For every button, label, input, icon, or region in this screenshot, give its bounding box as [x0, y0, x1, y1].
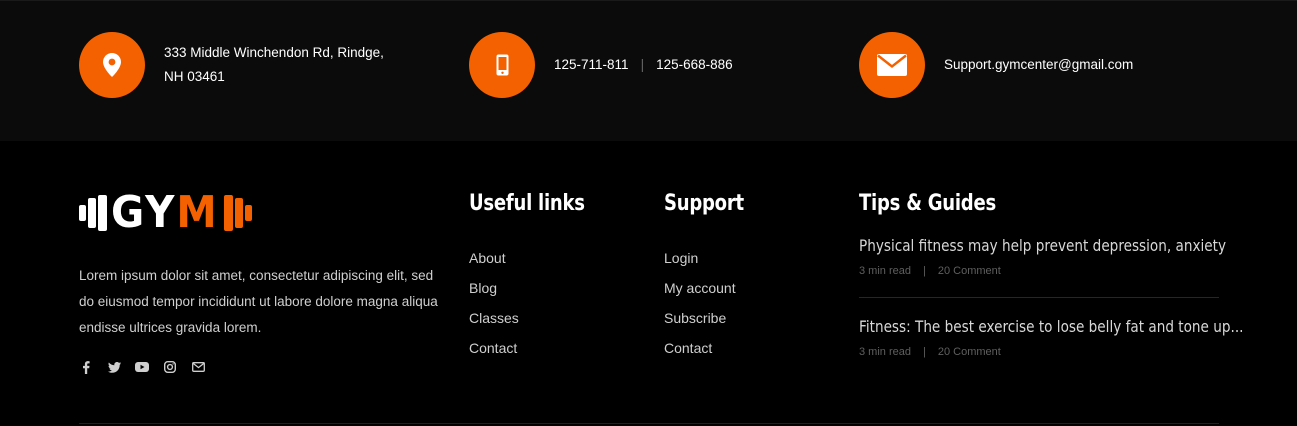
about-text: Lorem ipsum dolor sit amet, consectetur …	[79, 268, 438, 335]
contact-address: 333 Middle Winchendon Rd, Rindge, NH 034…	[79, 32, 384, 98]
footer-link-classes[interactable]: Classes	[469, 303, 519, 333]
support-link-contact[interactable]: Contact	[664, 333, 736, 363]
gym-logo[interactable]: GY M	[79, 190, 252, 236]
post-read-time: 3 min read	[859, 265, 911, 277]
post-read-time: 3 min read	[859, 346, 911, 358]
post-comments[interactable]: 20 Comment	[938, 346, 1001, 358]
logo-text: GY M	[111, 187, 219, 238]
post-title[interactable]: Fitness: The best exercise to lose belly…	[859, 317, 1243, 336]
footer-bottom-divider	[79, 423, 1219, 424]
youtube-icon[interactable]	[135, 360, 149, 374]
support-link-subscribe[interactable]: Subscribe	[664, 303, 736, 333]
twitter-icon[interactable]	[107, 360, 121, 374]
blog-post-item: Physical fitness may help prevent depres…	[859, 236, 1226, 277]
mobile-phone-icon	[469, 32, 535, 98]
contact-phone: 125-711-811 | 125-668-886	[469, 32, 733, 98]
footer-link-blog[interactable]: Blog	[469, 273, 519, 303]
footer-link-contact[interactable]: Contact	[469, 333, 519, 363]
address-line-1: 333 Middle Winchendon Rd, Rindge,	[164, 45, 384, 60]
post-meta: 3 min read | 20 Comment	[859, 265, 1219, 277]
social-links	[79, 360, 205, 374]
mail-icon[interactable]	[191, 360, 205, 374]
meta-separator: |	[922, 346, 926, 358]
instagram-icon[interactable]	[163, 360, 177, 374]
email-link[interactable]: Support.gymcenter@gmail.com	[944, 57, 1133, 72]
post-title[interactable]: Physical fitness may help prevent depres…	[859, 236, 1226, 255]
useful-links-list: About Blog Classes Contact	[469, 243, 519, 363]
contact-email: Support.gymcenter@gmail.com	[859, 32, 1133, 98]
phone-separator: |	[640, 57, 645, 72]
location-pin-icon	[79, 32, 145, 98]
address-line-2: NH 03461	[164, 69, 225, 84]
support-links-list: Login My account Subscribe Contact	[664, 243, 736, 363]
phone-number-2[interactable]: 125-668-886	[656, 57, 733, 72]
dumbbell-left-icon	[79, 195, 107, 231]
useful-links-title: Useful links	[469, 191, 585, 216]
footer-link-about[interactable]: About	[469, 243, 519, 273]
site-footer: GY M Lorem ipsum dolor sit amet, consecte…	[0, 141, 1297, 426]
contact-bar: 333 Middle Winchendon Rd, Rindge, NH 034…	[0, 0, 1297, 141]
post-meta: 3 min read | 20 Comment	[859, 346, 1219, 358]
post-comments[interactable]: 20 Comment	[938, 265, 1001, 277]
envelope-icon	[859, 32, 925, 98]
support-link-login[interactable]: Login	[664, 243, 736, 273]
phone-number-1[interactable]: 125-711-811	[554, 57, 629, 72]
tips-guides-title: Tips & Guides	[859, 191, 996, 216]
facebook-icon[interactable]	[79, 360, 93, 374]
post-divider	[859, 297, 1219, 298]
support-title: Support	[664, 191, 744, 216]
support-link-my-account[interactable]: My account	[664, 273, 736, 303]
dumbbell-right-icon	[223, 195, 252, 231]
blog-post-item: Fitness: The best exercise to lose belly…	[859, 317, 1243, 358]
meta-separator: |	[922, 265, 926, 277]
